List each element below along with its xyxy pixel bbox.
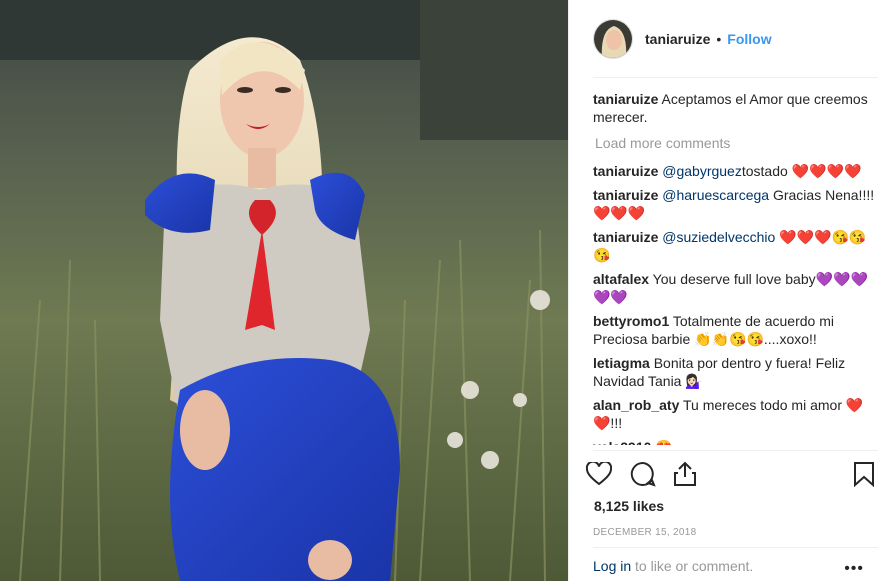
comment-author[interactable]: taniaruize — [593, 163, 658, 179]
comment-mention[interactable]: @suziedelvecchio — [662, 229, 775, 245]
comment-emoji: ❤️❤️❤️❤️ — [791, 163, 862, 179]
comment-emoji: ❤️❤️❤️ — [593, 205, 646, 221]
load-more-comments-button[interactable]: Load more comments — [595, 134, 883, 152]
comment-author[interactable]: yala2910 — [593, 439, 651, 445]
follow-button[interactable]: Follow — [727, 31, 771, 47]
comments-list[interactable]: taniaruize Aceptamos el Amor que creemos… — [593, 90, 883, 445]
comment-mention[interactable]: @gabyrguez — [662, 163, 742, 179]
comment-item: taniaruize @suziedelvecchio ❤️❤️❤️😘😘😘 — [593, 228, 883, 264]
comment-author[interactable]: taniaruize — [593, 229, 658, 245]
actions-divider — [593, 450, 878, 451]
comment-item: altafalex You deserve full love baby💜💜💜💜… — [593, 270, 883, 306]
comment-text: 😍 — [651, 439, 672, 445]
more-options-button[interactable]: ••• — [844, 560, 864, 578]
footer-divider — [593, 547, 878, 548]
login-prompt-text: to like or comment. — [631, 558, 754, 574]
post-header: taniaruize • Follow — [593, 18, 772, 60]
comment-author[interactable]: letiagma — [593, 355, 650, 371]
login-link[interactable]: Log in — [593, 558, 631, 574]
post-photo[interactable] — [0, 0, 568, 581]
caption-author[interactable]: taniaruize — [593, 91, 658, 107]
comment-item: yala2910 😍 — [593, 438, 883, 445]
comment-author[interactable]: alan_rob_aty — [593, 397, 679, 413]
comment-item: bettyromo1 Totalmente de acuerdo mi Prec… — [593, 312, 883, 348]
comment-author[interactable]: altafalex — [593, 271, 649, 287]
like-count[interactable]: 8,125 likes — [594, 498, 664, 514]
comment-item: alan_rob_aty Tu mereces todo mi amor ❤️❤… — [593, 396, 883, 432]
share-button[interactable] — [671, 460, 699, 488]
caption: taniaruize Aceptamos el Amor que creemos… — [593, 90, 883, 126]
comment-text: Gracias Nena!!!! — [769, 187, 875, 203]
heart-icon — [586, 462, 612, 486]
share-icon — [674, 461, 696, 486]
comment-item: taniaruize @gabyrgueztostado ❤️❤️❤️❤️ — [593, 162, 883, 180]
post-date: DECEMBER 15, 2018 — [593, 527, 697, 538]
header-separator: • — [716, 31, 722, 47]
save-button[interactable] — [850, 460, 878, 488]
comment-icon — [630, 461, 656, 487]
header-divider — [593, 77, 878, 78]
avatar[interactable] — [593, 19, 633, 59]
action-bar — [585, 458, 878, 490]
bookmark-icon — [854, 462, 874, 487]
comment-item: taniaruize @haruescarcega Gracias Nena!!… — [593, 186, 883, 222]
like-button[interactable] — [585, 460, 613, 488]
header-username[interactable]: taniaruize — [645, 31, 710, 47]
comment-item: letiagma Bonita por dentro y fuera! Feli… — [593, 354, 883, 390]
comment-author[interactable]: bettyromo1 — [593, 313, 669, 329]
login-prompt: Log in to like or comment. ••• — [593, 558, 878, 581]
comment-text: tostado — [741, 163, 792, 179]
post-sidebar: taniaruize • Follow taniaruize Aceptamos… — [568, 0, 894, 581]
comment-text: You deserve full love baby — [649, 271, 816, 287]
comment-mention[interactable]: @haruescarcega — [662, 187, 769, 203]
comment-author[interactable]: taniaruize — [593, 187, 658, 203]
comment-button[interactable] — [629, 460, 657, 488]
